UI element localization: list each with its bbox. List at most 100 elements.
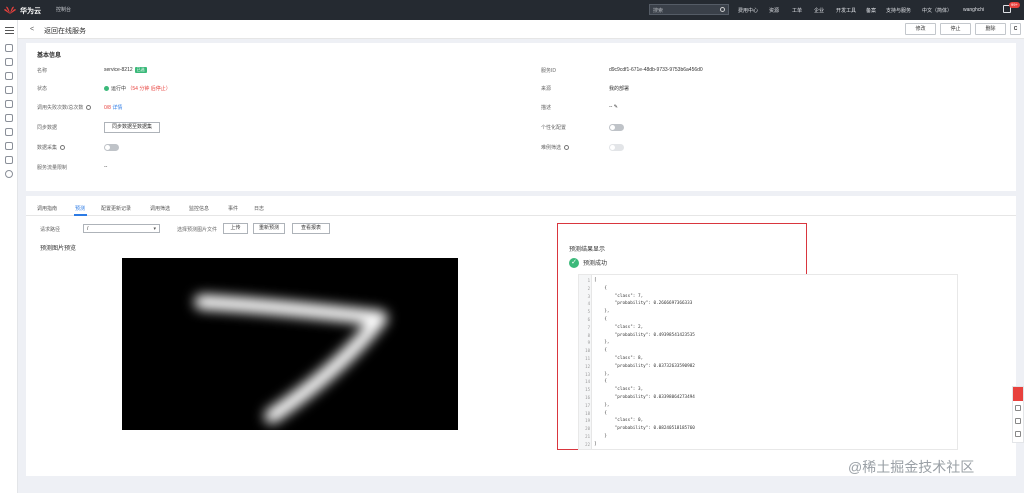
settings-icon[interactable]	[5, 156, 13, 164]
chevron-down-icon: ▾	[153, 226, 156, 232]
personal-config-toggle[interactable]	[609, 124, 624, 131]
code-line: "probability": 0.08240518185760	[594, 426, 695, 432]
tab-events[interactable]: 事件	[228, 205, 238, 212]
tab-call-filter[interactable]: 调用筛选	[150, 205, 170, 212]
calls-label-text: 调用失败次数/总次数	[37, 105, 84, 111]
sample-filter-toggle[interactable]	[609, 144, 624, 151]
customer-service-icon[interactable]	[1015, 405, 1021, 411]
source-label: 来源	[541, 86, 552, 92]
home-icon[interactable]	[5, 44, 13, 52]
status-value: 运行中 （54 分钟 后停止）	[104, 85, 171, 92]
notes-icon[interactable]	[1015, 431, 1021, 437]
running-status-icon	[104, 86, 109, 92]
tab-logs[interactable]: 日志	[254, 205, 264, 212]
code-line: {	[594, 379, 607, 385]
handwritten-digit-seven	[194, 294, 388, 424]
code-line: "class": 3,	[594, 387, 644, 393]
line-number: 2	[587, 285, 590, 291]
line-number: 15	[585, 387, 590, 393]
stop-button[interactable]: 停止	[940, 23, 971, 35]
upload-button[interactable]: 上传	[223, 223, 248, 234]
help-circle-icon[interactable]	[60, 145, 66, 151]
back-chevron-icon[interactable]: <	[30, 26, 34, 33]
code-line: "class": 2,	[594, 324, 644, 330]
code-line: },	[594, 402, 610, 408]
collect-label-text: 数据采集	[37, 145, 58, 151]
name-value: service-8212 已选	[104, 67, 147, 73]
modify-button[interactable]: 修改	[905, 23, 936, 35]
storage-icon[interactable]	[5, 128, 13, 136]
line-number: 6	[587, 317, 590, 322]
code-line: {	[594, 317, 607, 322]
line-number: 21	[585, 434, 590, 439]
nav-item-enterprise[interactable]: 企业	[814, 7, 824, 14]
console-link[interactable]: 控制台	[56, 6, 71, 13]
code-line: "probability": 0.03732633590982	[594, 363, 695, 369]
nav-item-billing[interactable]: 费用中心	[738, 7, 758, 14]
refresh-button[interactable]: C	[1010, 23, 1021, 35]
nav-item-support[interactable]: 支持与服务	[886, 7, 911, 14]
tab-call-guide[interactable]: 调用指南	[37, 205, 57, 212]
line-number: 1	[587, 278, 590, 283]
line-number: 3	[587, 293, 590, 299]
line-number: 13	[585, 371, 590, 377]
document-icon[interactable]	[5, 100, 13, 108]
help-circle-icon[interactable]	[564, 145, 570, 151]
feedback-icon[interactable]	[1013, 387, 1023, 401]
line-number: 22	[585, 441, 590, 447]
tab-monitoring[interactable]: 监控信息	[189, 205, 209, 212]
search-input[interactable]: 搜索	[649, 4, 729, 15]
watermark: @稀土掘金技术社区	[848, 459, 975, 475]
sample-filter-label-text: 难例筛选	[541, 145, 562, 151]
menu-icon[interactable]	[5, 27, 14, 36]
chat-icon[interactable]	[1015, 418, 1021, 424]
user-account[interactable]: wanghchi	[963, 7, 984, 13]
code-line: {	[594, 410, 607, 416]
request-path-select[interactable]: / ▾	[83, 224, 160, 233]
users-icon[interactable]	[5, 72, 13, 80]
nav-item-resources[interactable]: 资源	[769, 7, 779, 14]
line-number-gutter: 1 2 3 4 5 6 7 8 9 10 11 12 13 14 15 16 17 18 19 20 21 22	[579, 275, 592, 449]
tab-predict[interactable]: 预测	[75, 205, 85, 212]
help-icon[interactable]	[5, 170, 13, 178]
huawei-logo-icon[interactable]	[4, 4, 16, 15]
description-text: --	[609, 104, 613, 110]
upload-icon[interactable]	[5, 142, 13, 150]
nav-item-icp[interactable]: 备案	[866, 7, 876, 14]
code-line: "class": 0,	[594, 418, 644, 424]
code-line: {	[594, 348, 607, 354]
view-report-button[interactable]: 查看报表	[292, 223, 330, 234]
code-line: },	[594, 371, 610, 377]
code-line: },	[594, 309, 610, 315]
help-circle-icon[interactable]	[86, 105, 92, 111]
page-title[interactable]: 返回在线服务	[44, 26, 86, 36]
file-icon[interactable]	[5, 114, 13, 122]
line-number: 19	[585, 418, 590, 424]
calls-details-link[interactable]: 详情	[112, 105, 122, 111]
nav-item-dev-tools[interactable]: 开发工具	[836, 7, 856, 14]
language-selector[interactable]: 中文（简体）	[922, 7, 952, 14]
line-number: 11	[585, 356, 590, 361]
calls-value: 0/8 详情	[104, 104, 122, 111]
calls-count: 0/8	[104, 105, 111, 111]
line-number: 7	[587, 324, 590, 330]
traffic-limit-label: 服务流量限制	[37, 165, 68, 171]
name-tag: 已选	[134, 67, 147, 73]
data-collection-toggle[interactable]	[104, 144, 119, 151]
status-text: 运行中	[111, 86, 127, 92]
brand-name[interactable]: 华为云	[20, 6, 41, 16]
sample-filter-label: 难例筛选	[541, 144, 570, 151]
edit-pencil-icon[interactable]: ✎	[614, 104, 618, 110]
tab-config-history[interactable]: 配置更新记录	[101, 205, 131, 212]
delete-button[interactable]: 删除	[975, 23, 1006, 35]
cloud-icon[interactable]	[5, 86, 13, 94]
prediction-json-output: 1 2 3 4 5 6 7 8 9 10 11 12 13 14 15 16 17 18 19 20 21 22 [ { …	[578, 274, 958, 450]
code-line: },	[594, 340, 610, 346]
alert-icon[interactable]	[5, 58, 13, 66]
name-label: 名称	[37, 68, 48, 74]
repredict-button[interactable]: 重新预测	[253, 223, 285, 234]
notification-badge: 99+	[1009, 2, 1020, 8]
search-icon[interactable]	[720, 7, 725, 12]
nav-item-tickets[interactable]: 工单	[792, 7, 802, 14]
sync-dataset-button[interactable]: 同步数据至数据集	[104, 122, 160, 133]
